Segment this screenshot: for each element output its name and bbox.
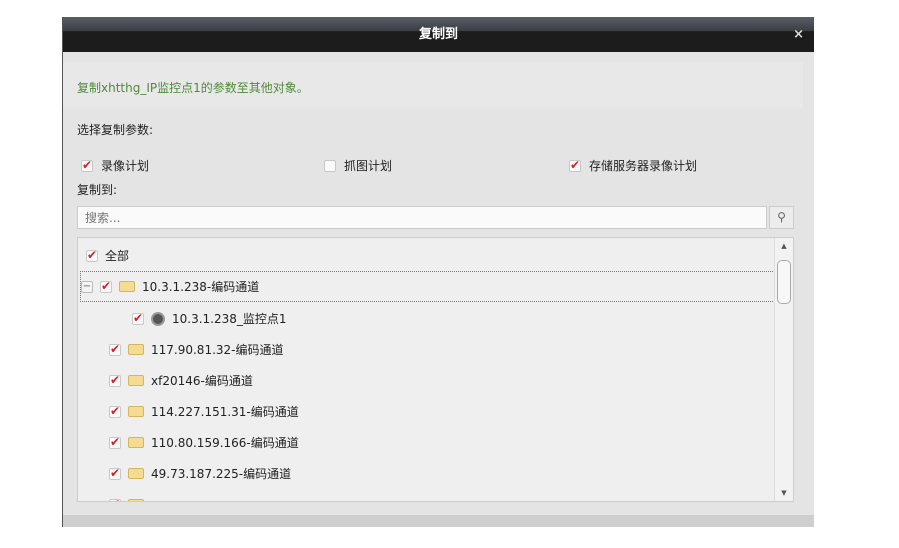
dialog-title: 复制到 <box>418 27 458 42</box>
option-record-plan[interactable]: 录像计划 <box>81 157 149 174</box>
copy-to-label: 复制到: <box>77 183 118 197</box>
checkbox[interactable] <box>132 311 144 325</box>
tree-item-label: 10.3.1.238_监控点1 <box>172 312 287 326</box>
scroll-down-icon[interactable]: ▼ <box>775 489 793 497</box>
tree-item-all[interactable]: 全部 <box>86 240 783 271</box>
channel-tree: 全部 − 10.3.1.238-编码通道 10.3.1.238_监控点1 117.… <box>77 237 794 502</box>
option-label: 抓图计划 <box>344 159 393 173</box>
folder-icon <box>128 375 144 386</box>
folder-icon <box>128 406 144 417</box>
checkbox[interactable] <box>324 159 336 172</box>
checkbox[interactable] <box>81 158 93 172</box>
checkbox[interactable] <box>109 342 121 356</box>
collapse-icon[interactable]: − <box>81 280 93 293</box>
folder-icon <box>119 281 135 292</box>
checkbox[interactable] <box>109 466 121 480</box>
tree-item-label: 114.227.151.31-编码通道 <box>151 405 299 419</box>
dialog-title-bar: 复制到 × <box>63 17 814 52</box>
search-button[interactable]: ⚲ <box>769 206 794 229</box>
folder-icon <box>128 437 144 448</box>
checkbox[interactable] <box>109 497 121 501</box>
folder-icon <box>128 468 144 479</box>
search-input[interactable] <box>77 206 767 229</box>
tree-item[interactable]: 49.73.187.225-编码通道 <box>109 458 793 489</box>
tree-item-label: xf20146-编码通道 <box>151 374 253 388</box>
folder-icon <box>128 344 144 355</box>
camera-icon <box>151 311 165 326</box>
tree-item[interactable]: − 10.3.1.238-编码通道 <box>80 271 777 302</box>
option-label: 录像计划 <box>101 159 150 173</box>
checkbox[interactable] <box>109 435 121 449</box>
tree-item-label: 110.80.159.166-编码通道 <box>151 436 299 450</box>
tree-item[interactable]: 114.227.151.31-编码通道 <box>109 396 793 427</box>
tree-item[interactable]: 110.80.159.166-编码通道 <box>109 427 793 458</box>
params-label: 选择复制参数: <box>77 123 154 137</box>
copy-dialog: 复制到 × 复制xhtthg_IP监控点1的参数至其他对象。 选择复制参数: 录… <box>62 17 814 527</box>
info-message: 复制xhtthg_IP监控点1的参数至其他对象。 <box>63 62 803 108</box>
tree-item-partial[interactable] <box>109 489 793 501</box>
checkbox[interactable] <box>100 279 112 293</box>
option-capture-plan[interactable]: 抓图计划 <box>324 157 392 174</box>
search-icon: ⚲ <box>777 210 786 224</box>
close-icon[interactable]: × <box>793 17 804 52</box>
option-label: 存储服务器录像计划 <box>589 159 698 173</box>
scroll-up-icon[interactable]: ▲ <box>775 242 793 250</box>
dialog-footer <box>63 515 814 527</box>
tree-item-label: 全部 <box>105 249 130 263</box>
tree-item-label: 10.3.1.238-编码通道 <box>142 280 260 294</box>
tree-item[interactable]: 10.3.1.238_监控点1 <box>132 303 793 334</box>
checkbox[interactable] <box>109 373 121 387</box>
folder-icon <box>128 499 144 501</box>
tree-item[interactable]: 117.90.81.32-编码通道 <box>109 334 793 365</box>
tree-item-label: 49.73.187.225-编码通道 <box>151 467 292 481</box>
checkbox[interactable] <box>109 404 121 418</box>
scrollbar-thumb[interactable] <box>777 260 791 304</box>
checkbox[interactable] <box>569 158 581 172</box>
tree-item-label: 117.90.81.32-编码通道 <box>151 343 284 357</box>
scrollbar[interactable]: ▲ ▼ <box>774 238 793 501</box>
checkbox[interactable] <box>86 248 98 262</box>
tree-item[interactable]: xf20146-编码通道 <box>109 365 793 396</box>
option-storage-record-plan[interactable]: 存储服务器录像计划 <box>569 157 697 174</box>
